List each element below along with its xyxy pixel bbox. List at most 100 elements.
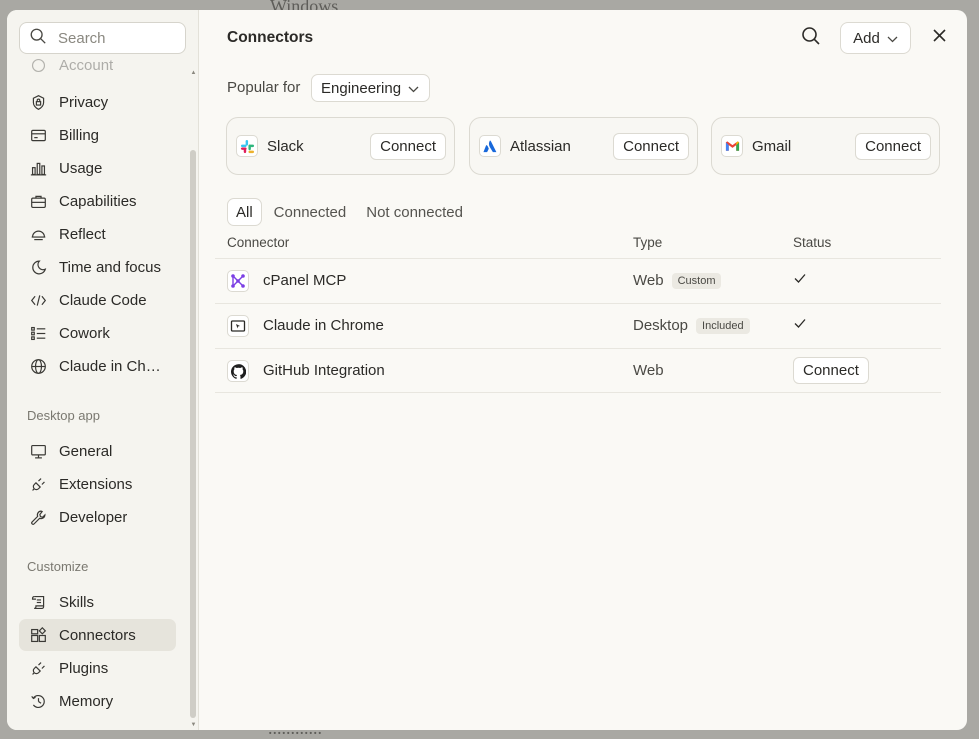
sidebar-item-label: Billing — [59, 126, 100, 144]
connector-name: cPanel MCP — [263, 272, 347, 289]
checkmark-icon — [793, 271, 807, 290]
type-label: Web — [633, 272, 664, 289]
globe-icon — [29, 357, 47, 375]
settings-sidebar: Account Privacy Billing Usage Capabiliti… — [7, 10, 199, 730]
connector-name: GitHub Integration — [263, 362, 385, 379]
connectors-icon — [29, 626, 47, 644]
sidebar-nav: Account Privacy Billing Usage Capabiliti… — [19, 57, 184, 730]
sidebar-item-extensions[interactable]: Extensions — [19, 468, 176, 500]
memory-icon — [29, 692, 47, 710]
connector-name: Claude in Chrome — [263, 317, 384, 334]
sidebar-item-reflect[interactable]: Reflect — [19, 218, 176, 250]
column-header-type[interactable]: Type — [633, 235, 662, 250]
sidebar-search[interactable] — [19, 22, 186, 54]
add-button[interactable]: Add — [840, 22, 911, 54]
plug-icon — [29, 475, 47, 493]
type-badge: Custom — [671, 272, 722, 289]
popular-category-select[interactable]: Engineering — [311, 74, 430, 102]
sidebar-item-label: Skills — [59, 593, 95, 611]
plug-icon — [29, 659, 47, 677]
sidebar-item-privacy[interactable]: Privacy — [19, 86, 176, 118]
sidebar-item-plugins[interactable]: Plugins — [19, 652, 176, 684]
sidebar-item-time-and-focus[interactable]: Time and focus — [19, 251, 176, 283]
card-name: Atlassian — [510, 137, 571, 155]
type-label: Desktop — [633, 317, 689, 334]
sidebar-item-memory[interactable]: Memory — [19, 685, 176, 717]
gmail-icon — [721, 135, 743, 157]
lock-icon — [29, 93, 47, 111]
sidebar-item-label: Time and focus — [59, 258, 161, 276]
moon-icon — [29, 258, 47, 276]
reflect-icon — [29, 225, 47, 243]
sidebar-item-skills[interactable]: Skills — [19, 586, 176, 618]
bar-chart-icon — [29, 159, 47, 177]
column-header-status[interactable]: Status — [793, 235, 831, 250]
account-icon — [29, 56, 47, 74]
popular-card-atlassian: Atlassian Connect — [469, 117, 698, 175]
sidebar-item-label: General — [59, 442, 113, 460]
connector-type: Web — [633, 362, 664, 379]
wrench-icon — [29, 508, 47, 526]
scroll-down-arrow-icon[interactable]: ▼ — [190, 722, 197, 728]
sidebar-item-label: Plugins — [59, 659, 109, 677]
close-icon — [932, 29, 946, 47]
connect-button[interactable]: Connect — [855, 132, 931, 160]
popular-card-slack: Slack Connect — [226, 117, 455, 175]
sidebar-item-claude-in-chrome[interactable]: Claude in Chrome — [19, 350, 176, 382]
connect-button[interactable]: Connect — [370, 132, 446, 160]
atlassian-icon — [479, 135, 501, 157]
sidebar-item-general[interactable]: General — [19, 435, 176, 467]
sidebar-item-developer[interactable]: Developer — [19, 501, 176, 533]
chrome-ext-icon — [227, 315, 249, 337]
filter-tabs: All Connected Not connected — [227, 198, 475, 226]
cpanel-icon — [227, 270, 249, 292]
scroll-up-arrow-icon[interactable]: ▲ — [190, 70, 197, 76]
chevron-down-icon — [401, 80, 419, 97]
tab-not-connected[interactable]: Not connected — [358, 198, 471, 226]
tab-connected[interactable]: Connected — [266, 198, 355, 226]
table-row[interactable]: GitHub Integration Web Connect — [215, 348, 941, 393]
header-search-button[interactable] — [799, 26, 823, 50]
section-heading-desktop-app: Desktop app — [27, 408, 100, 423]
list-icon — [29, 324, 47, 342]
sidebar-item-label: Claude in Chrome — [59, 357, 164, 375]
connector-type: Desktop Included — [633, 317, 750, 334]
sidebar-item-cowork[interactable]: Cowork — [19, 317, 176, 349]
settings-modal: Account Privacy Billing Usage Capabiliti… — [7, 10, 967, 730]
tab-all[interactable]: All — [227, 198, 262, 226]
table-row[interactable]: Claude in Chrome Desktop Included — [215, 303, 941, 348]
type-label: Web — [633, 362, 664, 379]
sidebar-item-label: Claude Code — [59, 291, 147, 309]
chevron-down-icon — [887, 30, 898, 47]
sidebar-item-account[interactable]: Account — [19, 54, 176, 76]
add-button-label: Add — [853, 29, 880, 47]
close-button[interactable] — [928, 27, 950, 49]
search-icon — [801, 26, 821, 51]
type-badge: Included — [696, 317, 750, 334]
checkmark-icon — [793, 316, 807, 335]
scroll-icon — [29, 593, 47, 611]
monitor-icon — [29, 442, 47, 460]
page-title: Connectors — [227, 29, 314, 46]
sidebar-item-connectors[interactable]: Connectors — [19, 619, 176, 651]
code-icon — [29, 291, 47, 309]
table-row[interactable]: cPanel MCP Web Custom — [215, 258, 941, 303]
search-input[interactable] — [58, 29, 178, 47]
briefcase-icon — [29, 192, 47, 210]
sidebar-item-usage[interactable]: Usage — [19, 152, 176, 184]
connect-button[interactable]: Connect — [613, 132, 689, 160]
connect-button[interactable]: Connect — [793, 357, 869, 384]
sidebar-item-label: Cowork — [59, 324, 110, 342]
sidebar-item-label: Account — [59, 56, 114, 74]
sidebar-scrollbar[interactable] — [190, 150, 196, 718]
sidebar-item-claude-code[interactable]: Claude Code — [19, 284, 176, 316]
status-cell: Connect — [793, 357, 869, 384]
search-icon — [29, 27, 47, 50]
sidebar-item-billing[interactable]: Billing — [19, 119, 176, 151]
card-name: Slack — [267, 137, 304, 155]
column-header-connector[interactable]: Connector — [227, 235, 289, 250]
card-icon — [29, 126, 47, 144]
sidebar-item-label: Connectors — [59, 626, 136, 644]
sidebar-item-capabilities[interactable]: Capabilities — [19, 185, 176, 217]
slack-icon — [236, 135, 258, 157]
